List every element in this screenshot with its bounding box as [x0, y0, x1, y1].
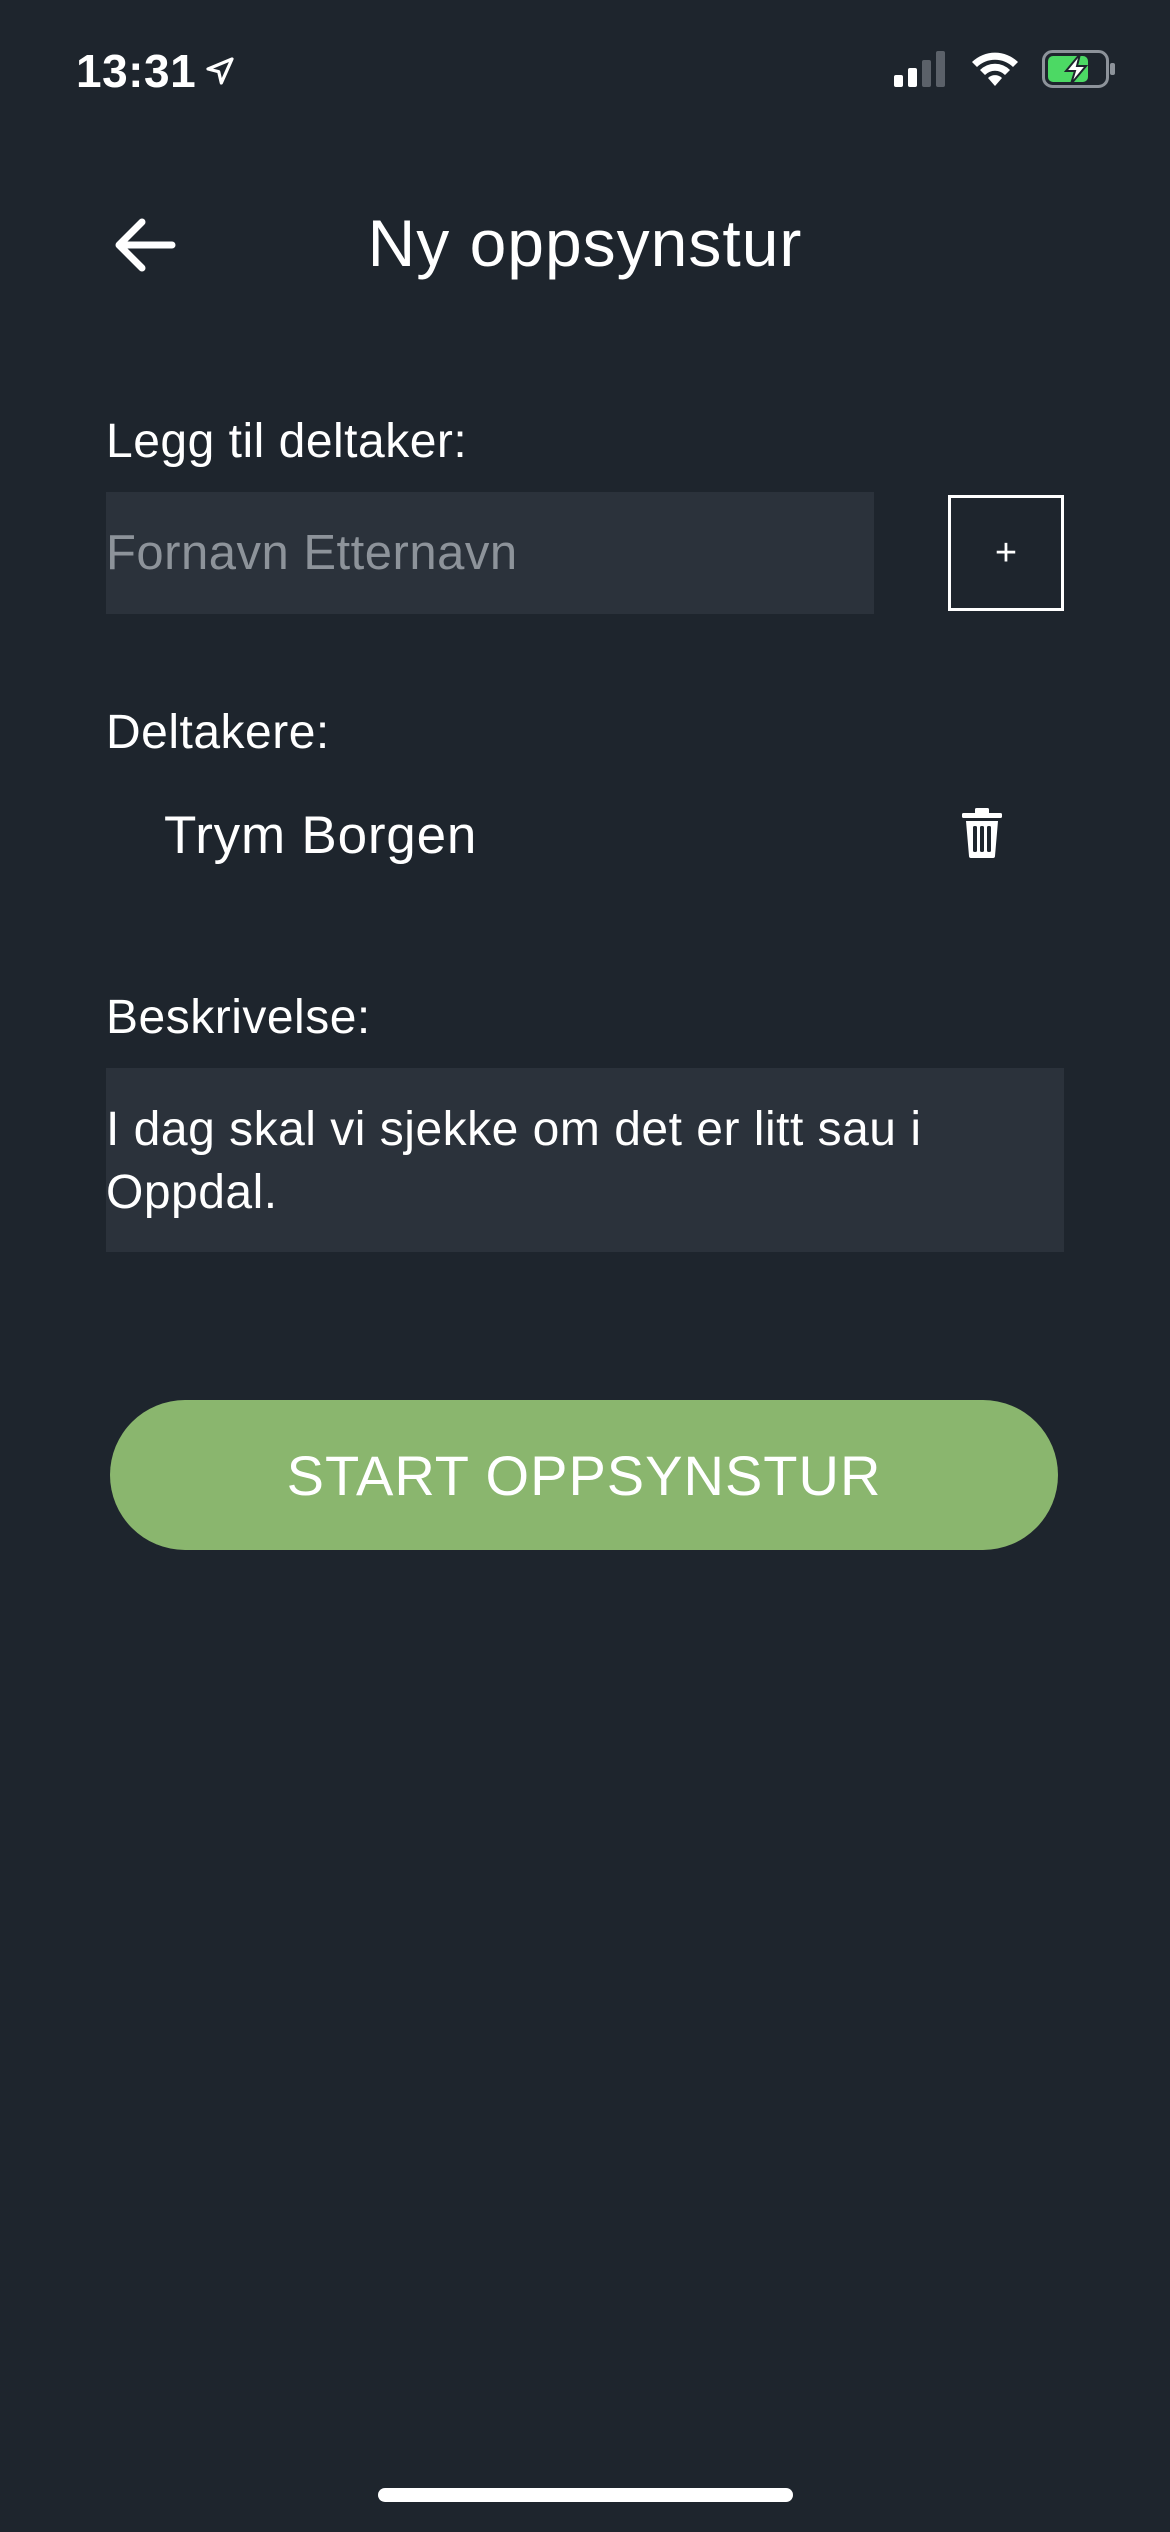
status-time-text: 13:31 [76, 45, 197, 97]
participants-label: Deltakere: [106, 706, 330, 759]
add-participant-label: Legg til deltaker: [106, 415, 468, 468]
participant-list-item: Trym Borgen [164, 790, 1014, 880]
trash-icon [962, 807, 1002, 863]
description-textarea[interactable]: I dag skal vi sjekke om det er litt sau … [106, 1068, 1064, 1252]
location-arrow-icon [204, 55, 236, 87]
page-title: Ny oppsynstur [367, 206, 803, 280]
wifi-icon [970, 50, 1020, 93]
add-participant-button[interactable]: + [948, 495, 1064, 611]
status-bar-time: 13:31 [76, 44, 236, 98]
home-indicator[interactable] [378, 2488, 793, 2502]
delete-participant-button[interactable] [950, 797, 1014, 873]
participant-name: Trym Borgen [164, 805, 478, 865]
cellular-signal-icon [894, 51, 948, 92]
battery-charging-icon [1042, 50, 1116, 93]
status-bar-icons [894, 50, 1116, 93]
description-label: Beskrivelse: [106, 991, 371, 1044]
start-trip-button[interactable]: START OPPSYNSTUR [110, 1400, 1058, 1550]
participant-name-input[interactable] [106, 492, 874, 614]
